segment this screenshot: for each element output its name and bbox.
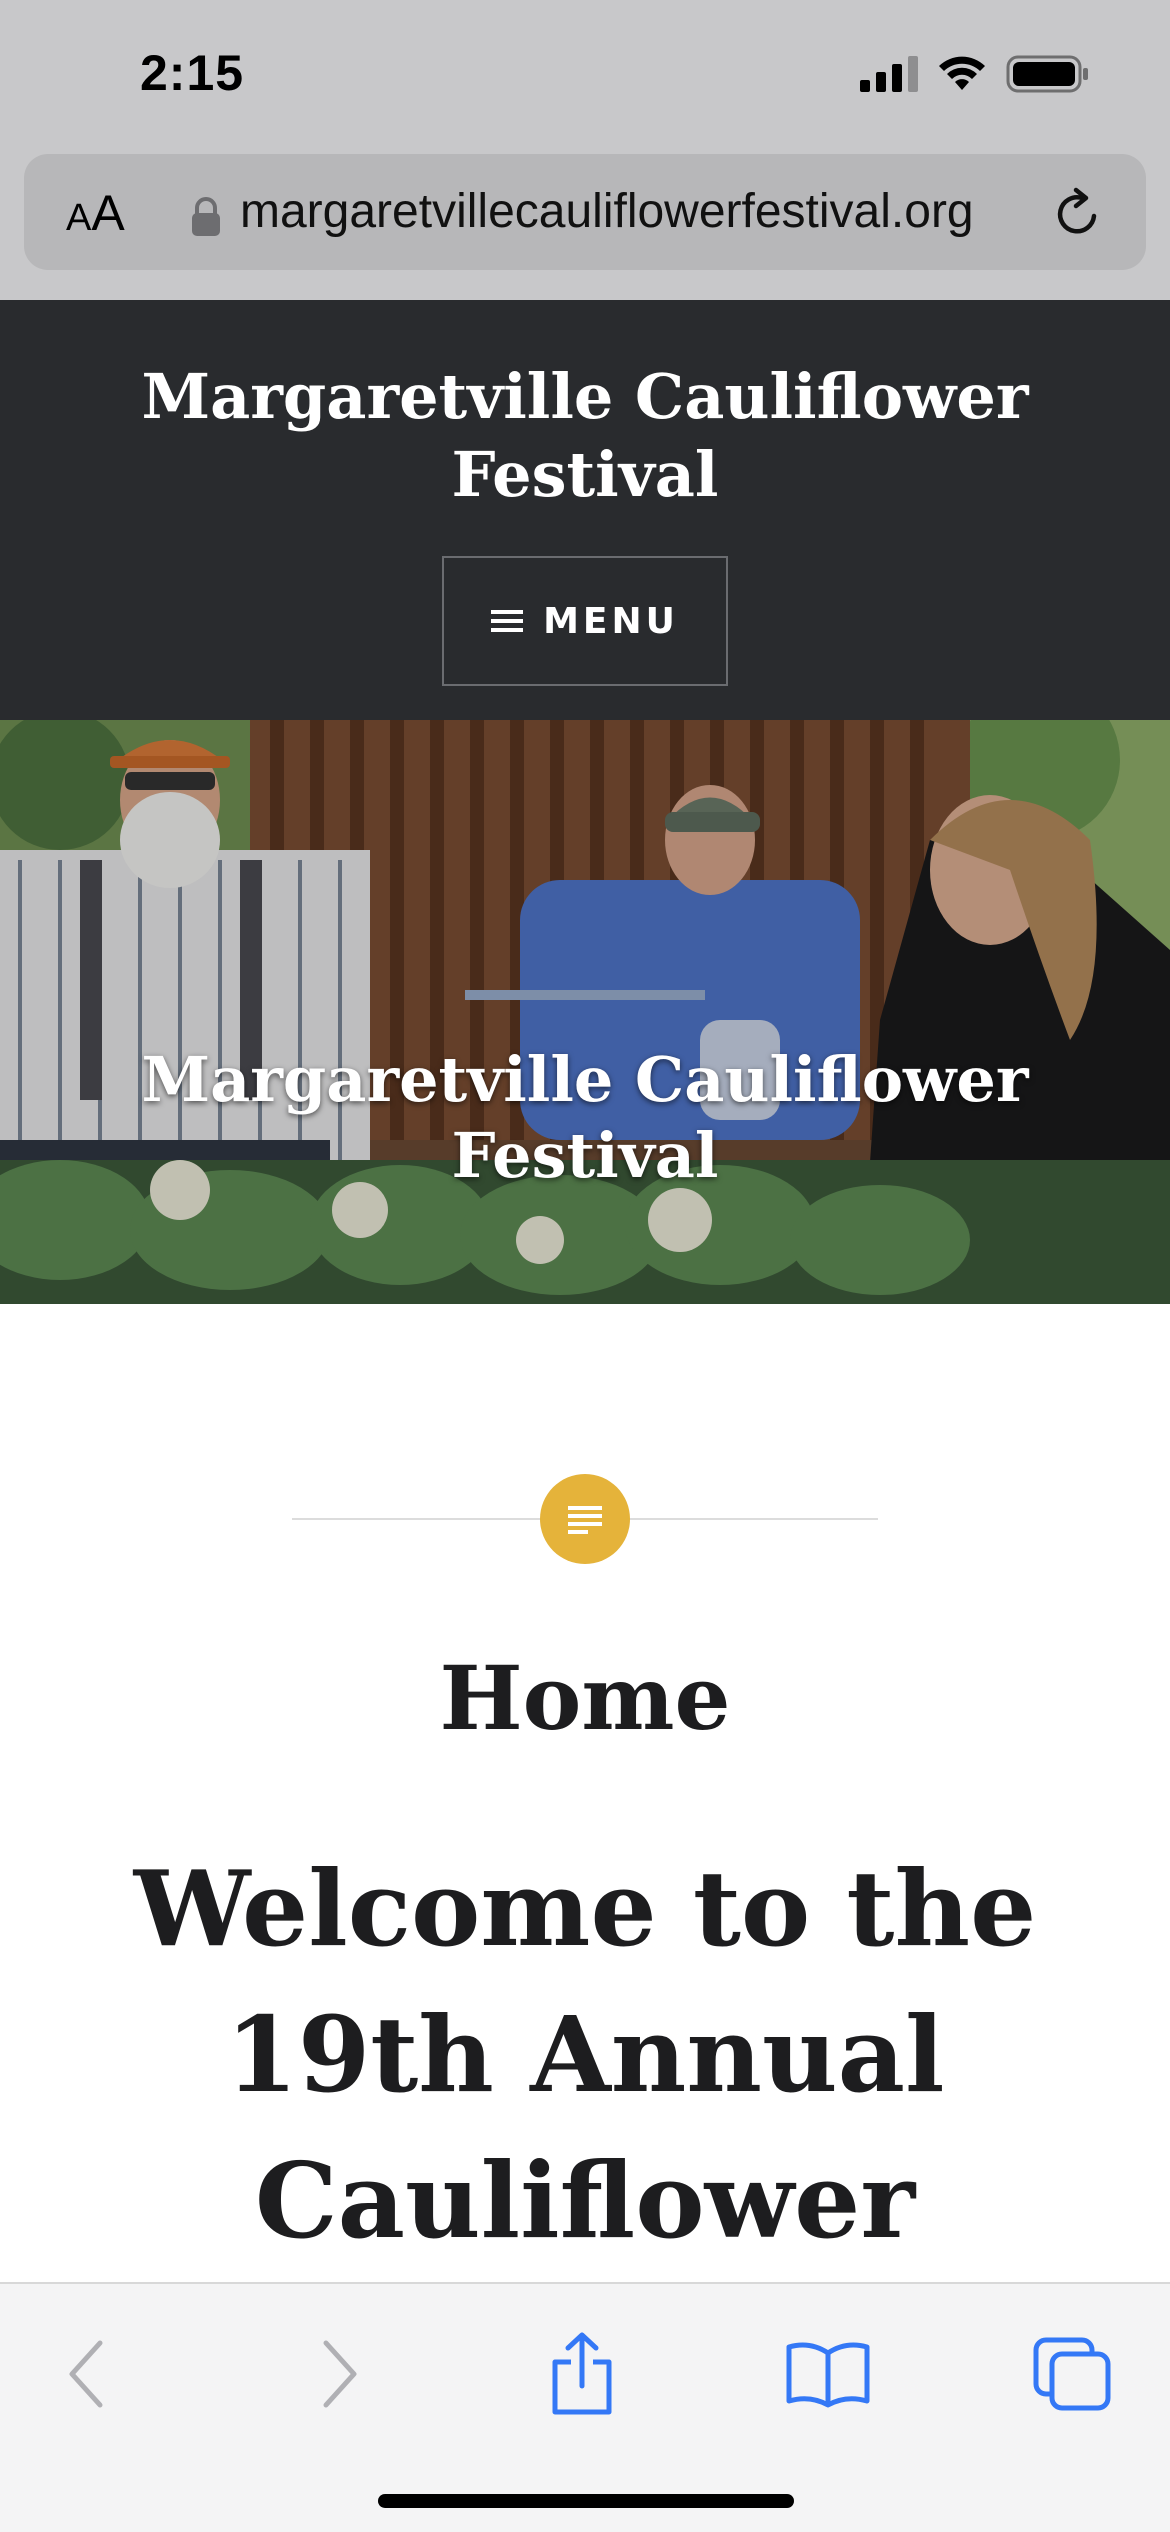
hero-title: Margaretville Cauliflower Festival (141, 1043, 1029, 1192)
menu-button[interactable]: MENU (442, 556, 728, 686)
status-icons (860, 54, 1090, 94)
back-icon (69, 2340, 103, 2408)
browser-address-area: AA margaretvillecauliflowerfestival.org (0, 150, 1170, 300)
site-header: Margaretville Cauliflower Festival MENU (0, 300, 1170, 720)
wifi-icon (939, 56, 985, 90)
bookmarks-icon (786, 2342, 870, 2408)
browser-toolbar (0, 2282, 1170, 2532)
bookmarks-button[interactable] (768, 2324, 888, 2424)
url-text[interactable]: margaretvillecauliflowerfestival.org (240, 184, 1040, 239)
status-bar: 2:15 (0, 0, 1170, 150)
share-icon (552, 2332, 612, 2415)
lock-icon (192, 197, 220, 236)
text-size-big-label: A (91, 185, 125, 241)
cellular-signal-icon (860, 56, 918, 92)
site-title[interactable]: Margaretville Cauliflower Festival (60, 358, 1110, 514)
back-button[interactable] (26, 2324, 146, 2424)
forward-icon (323, 2340, 357, 2408)
forward-button[interactable] (280, 2324, 400, 2424)
home-indicator (378, 2494, 794, 2508)
tabs-button[interactable] (1012, 2324, 1132, 2424)
text-size-button[interactable]: AA (66, 184, 125, 242)
url-value: margaretvillecauliflowerfestival.org (240, 185, 974, 238)
page-title: Home (439, 1646, 731, 1750)
post-format-badge (540, 1474, 630, 1564)
reload-icon[interactable] (1050, 186, 1106, 242)
status-time: 2:15 (140, 45, 245, 101)
document-icon (568, 1506, 602, 1534)
tabs-icon (1033, 2337, 1111, 2411)
battery-icon (1006, 55, 1088, 93)
hero-banner: Margaretville Cauliflower Festival (0, 720, 1170, 1304)
welcome-heading: Welcome to the 19th Annual Cauliflower (133, 1847, 1037, 2262)
main-content: Home Welcome to the 19th Annual Cauliflo… (0, 1304, 1170, 2282)
share-button[interactable] (522, 2324, 642, 2424)
hero-overlay (0, 720, 1170, 1304)
hero-accent-line (465, 990, 705, 1000)
address-bar[interactable]: AA margaretvillecauliflowerfestival.org (24, 154, 1146, 270)
hamburger-icon (491, 610, 524, 632)
menu-label: MENU (543, 600, 679, 642)
text-size-small-label: A (66, 197, 92, 239)
